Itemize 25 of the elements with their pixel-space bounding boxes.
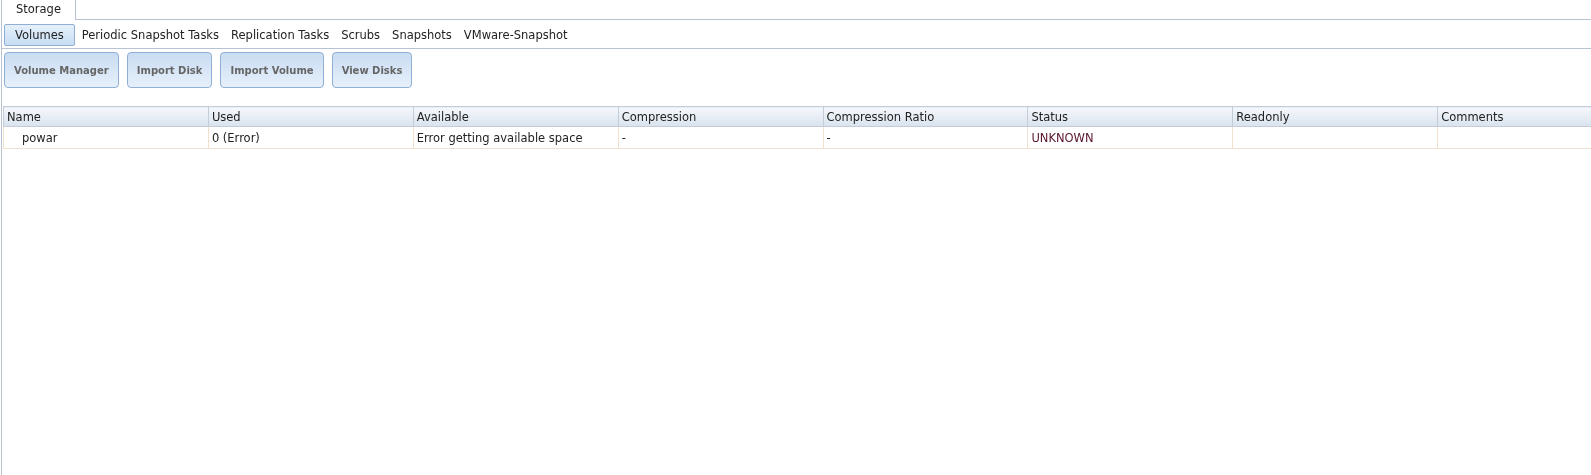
action-button[interactable]: Import Disk [126,52,213,88]
action-button[interactable]: View Disks [331,52,413,88]
column-header[interactable]: Compression Ratio [823,106,1028,127]
column-header[interactable]: Compression [618,106,823,127]
tab[interactable]: Storage [2,0,76,20]
table-cell: powar [3,126,209,149]
table-cell: 0 (Error) [208,126,414,149]
column-header[interactable]: Name [3,106,209,127]
action-button[interactable]: Volume Manager [4,52,119,88]
tab[interactable]: Periodic Snapshot Tasks [76,24,225,46]
action-button[interactable]: Import Volume [220,52,324,88]
column-header[interactable]: Status [1027,106,1233,127]
table-cell: - [618,126,823,149]
tab[interactable]: VMware-Snapshot [458,24,573,46]
tab[interactable]: Volumes [4,24,75,46]
column-header[interactable]: Comments [1437,106,1591,127]
tab[interactable]: Replication Tasks [226,24,335,46]
column-header[interactable]: Used [208,106,414,127]
tab[interactable]: Snapshots [387,24,457,46]
column-header[interactable]: Available [413,106,619,127]
column-header[interactable]: Readonly [1232,106,1438,127]
table-cell: UNKNOWN [1027,126,1233,149]
table-cell: - [823,126,1028,149]
table-cell: Error getting available space [413,126,619,149]
tab[interactable]: Scrubs [336,24,386,46]
